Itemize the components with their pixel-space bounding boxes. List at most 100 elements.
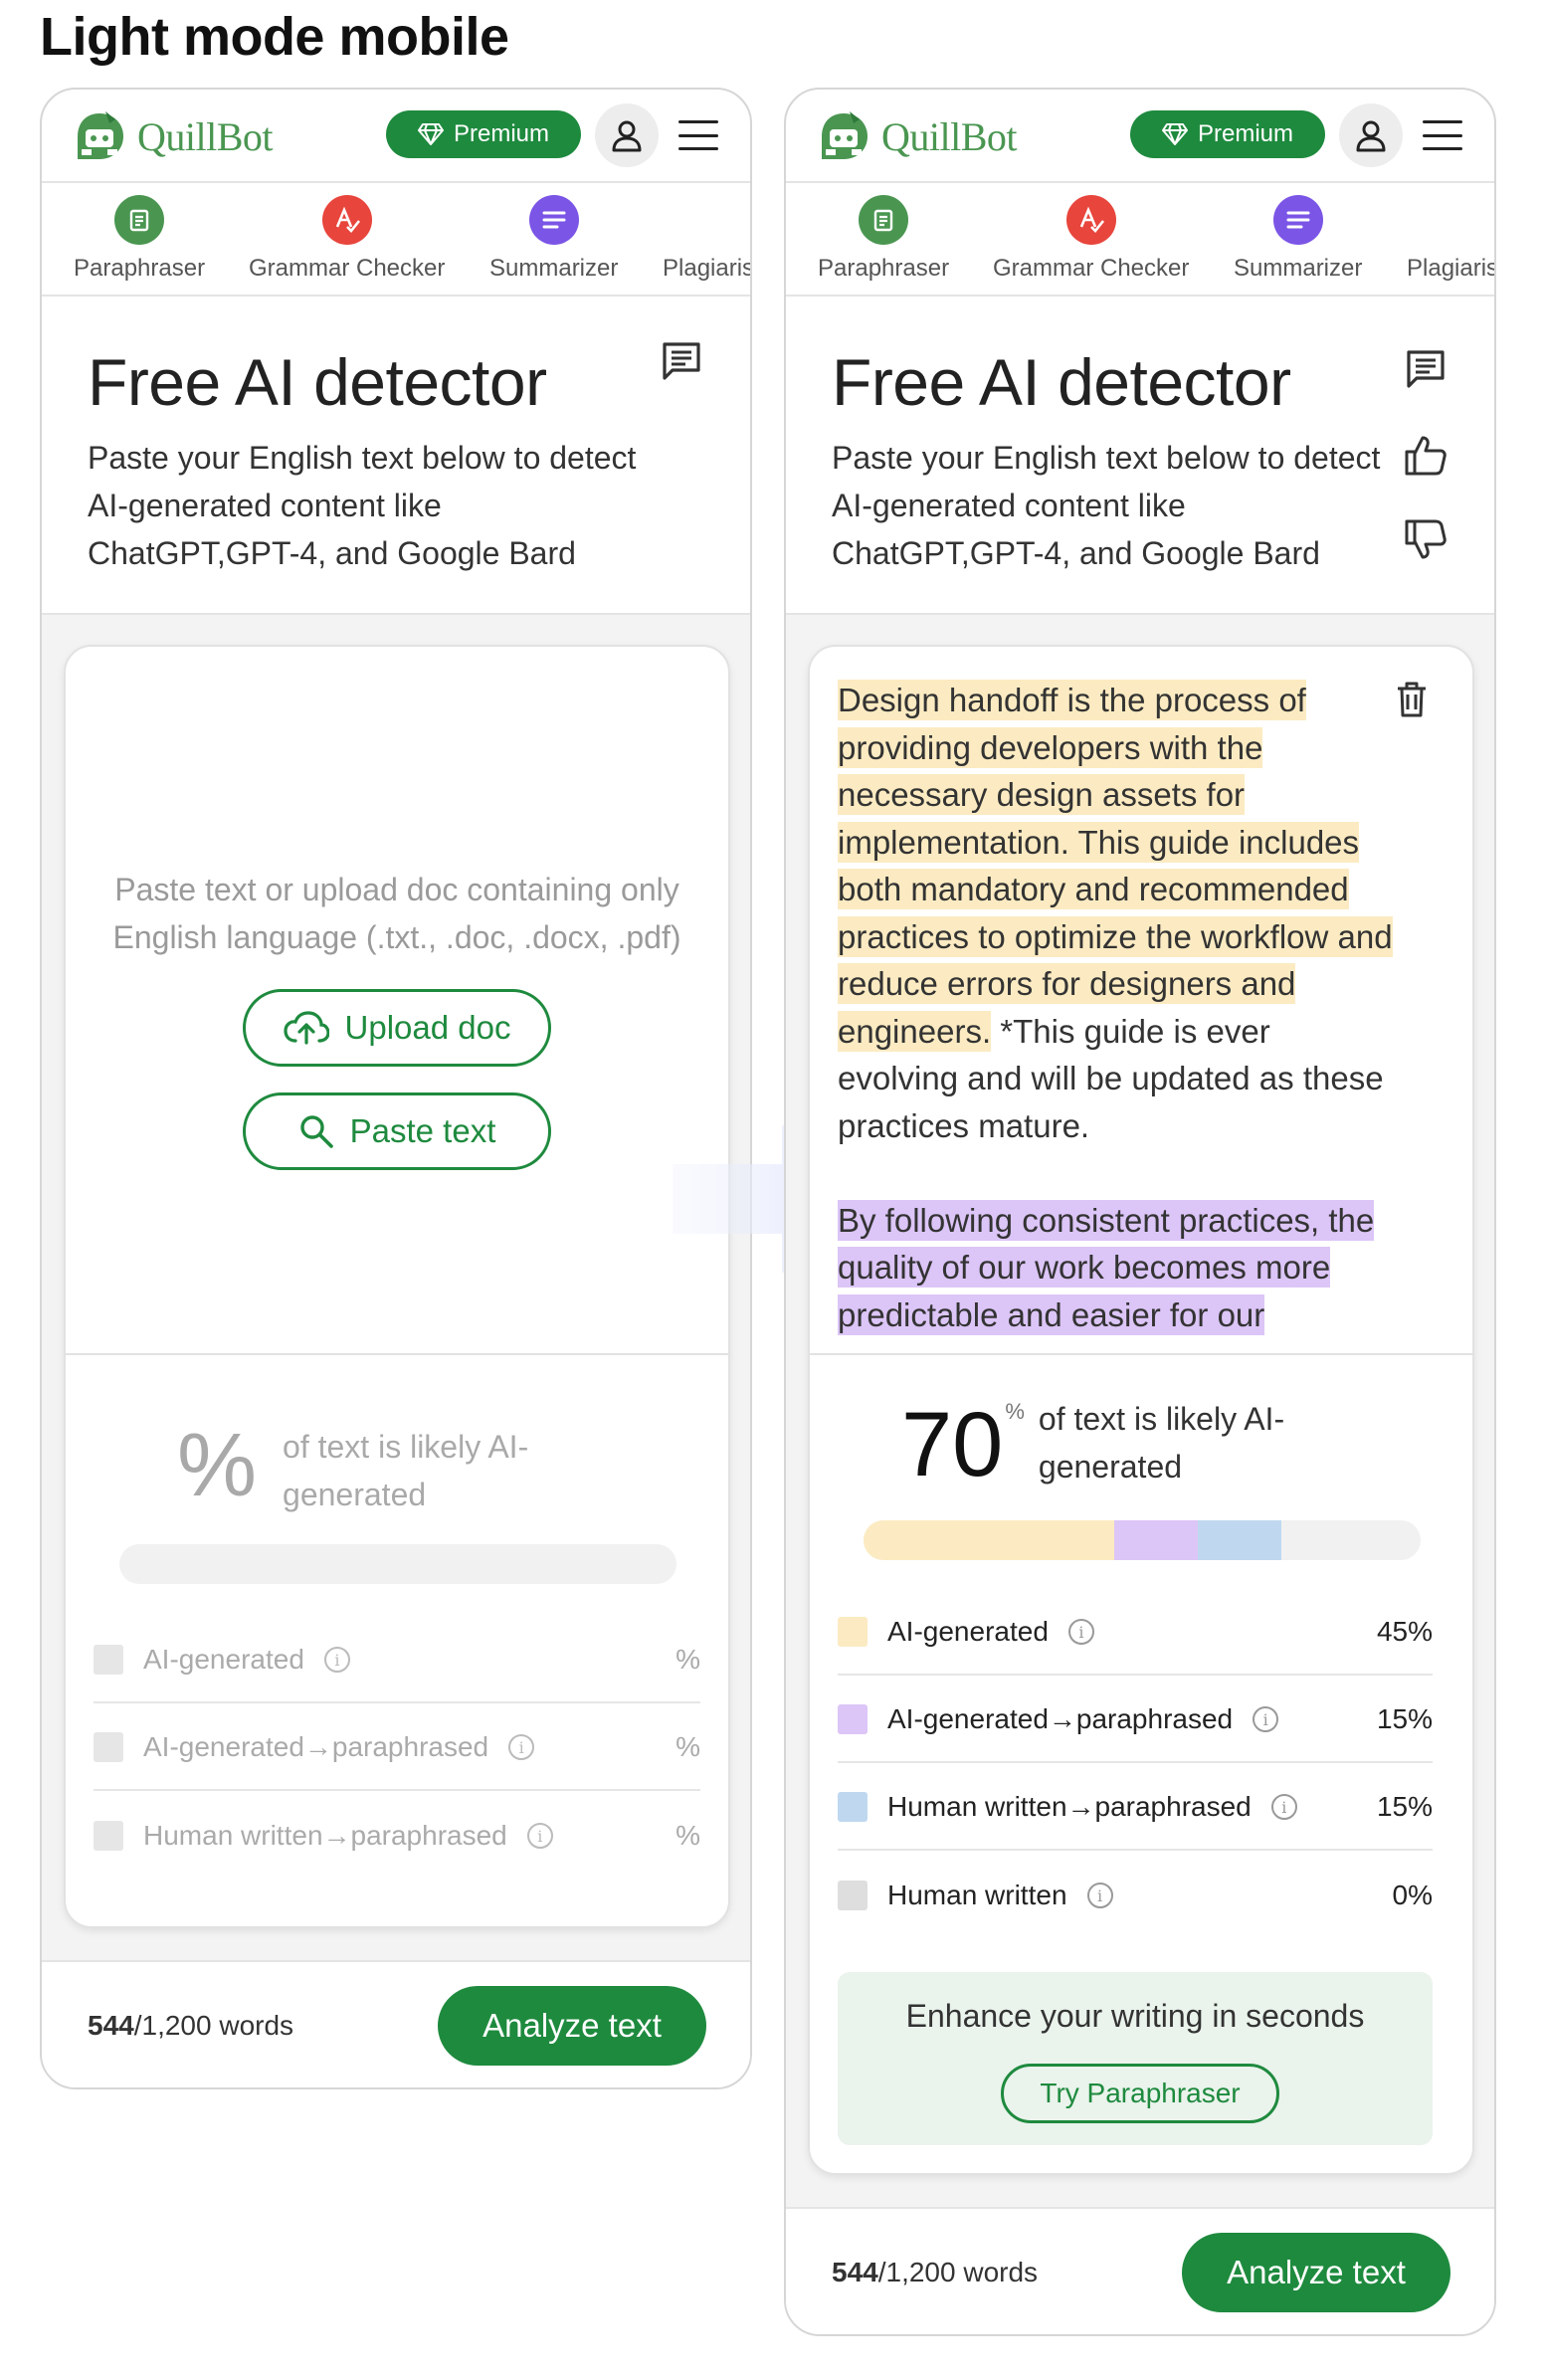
brand-name: QuillBot: [881, 113, 1018, 159]
quillbot-logo[interactable]: QuillBot: [72, 109, 274, 163]
try-paraphraser-button[interactable]: Try Paraphraser: [1001, 2064, 1279, 2123]
account-button[interactable]: [595, 103, 659, 167]
info-icon[interactable]: i: [526, 1823, 553, 1849]
result-row-human: Human written i 0%: [838, 1853, 1433, 1938]
hamburger-menu-icon[interactable]: [678, 120, 718, 150]
grammar-checker-icon: [321, 195, 372, 245]
tool-summarizer[interactable]: Summarizer: [1234, 195, 1362, 283]
row-value: 45%: [1376, 1616, 1433, 1647]
row-value: 15%: [1376, 1791, 1433, 1822]
results-panel: 70 % of text is likely AI-generated AI-g…: [810, 1353, 1472, 2173]
tool-grammar-checker[interactable]: Grammar Checker: [249, 195, 445, 283]
paste-text-button[interactable]: Paste text: [243, 1092, 551, 1170]
intro-section: Free AI detector Paste your English text…: [786, 297, 1494, 615]
info-icon[interactable]: i: [1270, 1794, 1297, 1820]
summarizer-icon: [1272, 195, 1323, 245]
row-label: AI-generated→paraphrased: [143, 1731, 489, 1762]
ai-paraphrased-swatch: [838, 1704, 868, 1734]
word-count-total: /1,200 words: [877, 2257, 1039, 2287]
editor-area: Design handoff is the process of providi…: [786, 615, 1494, 2334]
thumbs-down-icon[interactable]: [1403, 517, 1448, 563]
intro-description: Paste your English text below to detect …: [832, 440, 1381, 571]
promo-text: Enhance your writing in seconds: [905, 1998, 1365, 2034]
premium-button[interactable]: Premium: [386, 110, 581, 158]
intro-title: Free AI detector: [88, 345, 547, 419]
word-count: 544/1,200 words: [832, 2257, 1038, 2288]
row-value: %: [676, 1644, 700, 1675]
row-label: AI-generated: [887, 1616, 1049, 1647]
score-bar-segment: [1198, 1520, 1281, 1560]
row-value: %: [676, 1820, 700, 1851]
score-bar-empty: [119, 1544, 676, 1584]
row-label: Human written→paraphrased: [143, 1820, 507, 1851]
result-row-ai-paraphrased: AI-generated→paraphrased i 15%: [838, 1678, 1433, 1763]
info-icon[interactable]: i: [1067, 1619, 1094, 1645]
score-display: % of text is likely AI-generated: [177, 1421, 551, 1518]
ai-swatch: [838, 1617, 868, 1647]
tool-label: Plagiarism Checker: [1407, 255, 1494, 282]
ai-paraphrased-swatch: [94, 1732, 123, 1762]
account-button[interactable]: [1339, 103, 1403, 167]
grammar-checker-icon: [1065, 195, 1116, 245]
tool-label: Paraphraser: [818, 255, 950, 282]
premium-label: Premium: [1197, 120, 1293, 147]
page-heading: Light mode mobile: [40, 7, 509, 67]
human-paraphrased-swatch: [838, 1792, 868, 1822]
result-row-human-paraphrased: Human written→paraphrased i %: [94, 1793, 700, 1879]
thumbs-up-icon[interactable]: [1403, 432, 1448, 478]
app-header: QuillBot Premium: [786, 90, 1494, 183]
feedback-icon[interactable]: [659, 338, 704, 384]
intro-section: Free AI detector Paste your English text…: [42, 297, 750, 615]
editor-card: Design handoff is the process of providi…: [808, 645, 1474, 2175]
upload-doc-label: Upload doc: [344, 1009, 511, 1046]
row-value: 15%: [1376, 1703, 1433, 1734]
analyze-text-button[interactable]: Analyze text: [438, 1986, 706, 2066]
promo-box: Enhance your writing in seconds Try Para…: [838, 1972, 1433, 2145]
premium-button[interactable]: Premium: [1130, 110, 1325, 158]
feedback-icon[interactable]: [1403, 346, 1448, 392]
ai-generated-highlight: Design handoff is the process of providi…: [838, 680, 1393, 1052]
quillbot-logo-icon: [816, 109, 871, 163]
tool-summarizer[interactable]: Summarizer: [489, 195, 618, 283]
tool-label: Paraphraser: [74, 255, 206, 282]
intro-title: Free AI detector: [832, 345, 1291, 419]
result-row-human-paraphrased: Human written→paraphrased i 15%: [838, 1765, 1433, 1851]
search-icon: [299, 1115, 333, 1148]
trash-icon[interactable]: [1395, 681, 1429, 718]
tool-plagiarism-checker[interactable]: Plagiarism Checker: [663, 195, 750, 283]
user-icon: [612, 120, 642, 152]
row-label: AI-generated: [143, 1644, 304, 1675]
tool-paraphraser[interactable]: Paraphraser: [74, 195, 205, 283]
cloud-upload-icon: [283, 1011, 329, 1045]
score-display: 70 % of text is likely AI-generated: [901, 1395, 1317, 1494]
word-count-current: 544: [832, 2257, 878, 2287]
hamburger-menu-icon[interactable]: [1423, 120, 1462, 150]
analyze-text-button[interactable]: Analyze text: [1182, 2233, 1450, 2312]
quillbot-logo-icon: [72, 109, 127, 163]
paraphraser-icon: [859, 195, 909, 245]
intro-description: Paste your English text below to detect …: [88, 440, 637, 571]
score-bar-segment: [864, 1520, 1114, 1560]
quillbot-logo[interactable]: QuillBot: [816, 109, 1018, 163]
info-icon[interactable]: i: [508, 1734, 535, 1760]
info-icon[interactable]: i: [323, 1647, 350, 1673]
result-row-ai: AI-generated i %: [94, 1618, 700, 1703]
info-icon[interactable]: i: [1086, 1883, 1113, 1908]
tool-label: Summarizer: [1234, 255, 1363, 282]
human-paraphrased-swatch: [94, 1821, 123, 1851]
tool-grammar-checker[interactable]: Grammar Checker: [993, 195, 1189, 283]
results-panel: % of text is likely AI-generated AI-gene…: [66, 1353, 728, 1926]
tool-paraphraser[interactable]: Paraphraser: [818, 195, 949, 283]
score-value: 70: [901, 1394, 1004, 1495]
ai-paraphrased-highlight: By following consistent practices, the q…: [838, 1199, 1375, 1335]
word-count-total: /1,200 words: [133, 2010, 294, 2041]
input-placeholder[interactable]: Paste text or upload doc containing only…: [66, 866, 728, 961]
brand-name: QuillBot: [137, 113, 274, 159]
tool-label: Grammar Checker: [993, 255, 1190, 282]
upload-doc-button[interactable]: Upload doc: [243, 989, 551, 1067]
result-row-ai-paraphrased: AI-generated→paraphrased i %: [94, 1705, 700, 1791]
analyzed-text[interactable]: Design handoff is the process of providi…: [838, 677, 1395, 1373]
info-icon[interactable]: i: [1253, 1706, 1279, 1732]
tool-label: Grammar Checker: [249, 255, 446, 282]
tool-plagiarism-checker[interactable]: Plagiarism Checker: [1407, 195, 1494, 283]
